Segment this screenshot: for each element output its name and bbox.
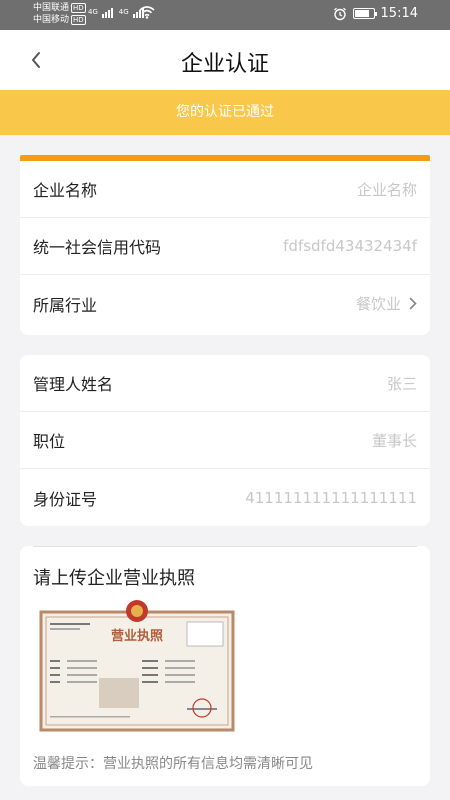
business-license-image[interactable]: 营业执照 bbox=[37, 598, 237, 734]
company-name-row[interactable]: 企业名称 企业名称 bbox=[20, 161, 430, 218]
license-heading: 营业执照 bbox=[111, 628, 163, 644]
manager-info-card: 管理人姓名 张三 职位 董事长 身份证号 411111111111111111 bbox=[20, 355, 430, 526]
page-title: 企业认证 bbox=[180, 52, 269, 77]
upload-tip: 温馨提示：营业执照的所有信息均需清晰可见 bbox=[33, 756, 313, 772]
credit-code-row[interactable]: 统一社会信用代码 fdfsdfd43432434f bbox=[20, 218, 430, 275]
nav-bar: 企业认证 bbox=[0, 30, 450, 90]
hd-badge: HD bbox=[71, 3, 86, 13]
position-value: 董事长 bbox=[371, 431, 417, 450]
credit-code-value: fdfsdfd43432434f bbox=[283, 237, 417, 255]
field-label: 所属行业 bbox=[33, 295, 98, 315]
company-info-card: 企业名称 企业名称 统一社会信用代码 fdfsdfd43432434f 所属行业… bbox=[20, 161, 430, 335]
field-label: 职位 bbox=[33, 432, 66, 451]
field-label: 统一社会信用代码 bbox=[33, 238, 162, 257]
field-label: 管理人姓名 bbox=[33, 375, 114, 394]
network-type: 4G bbox=[88, 8, 98, 16]
chevron-right-icon bbox=[409, 297, 417, 310]
alarm-icon bbox=[333, 7, 346, 20]
hd-badge: HD bbox=[71, 15, 86, 25]
wifi-icon bbox=[139, 6, 155, 19]
carrier-2: 中国移动 bbox=[33, 15, 70, 25]
battery-icon bbox=[352, 8, 377, 19]
divider bbox=[33, 546, 417, 547]
field-label: 身份证号 bbox=[33, 489, 98, 509]
manager-name-row[interactable]: 管理人姓名 张三 bbox=[20, 355, 430, 412]
clock: 15:14 bbox=[380, 6, 418, 21]
signal-icon: 4G 4G bbox=[88, 8, 144, 21]
industry-value-wrap: 餐饮业 bbox=[356, 293, 417, 314]
field-label: 企业名称 bbox=[33, 181, 98, 200]
carrier-info: 中国联通 HD 中国移动 HD bbox=[33, 2, 86, 26]
status-bar: 中国联通 HD 中国移动 HD 4G 4G 15:14 bbox=[0, 0, 450, 30]
network-type: 4G bbox=[118, 8, 129, 16]
company-name-value: 企业名称 bbox=[356, 180, 417, 199]
industry-value: 餐饮业 bbox=[355, 295, 401, 313]
position-row[interactable]: 职位 董事长 bbox=[20, 412, 430, 469]
license-upload-card: 请上传企业营业执照 营业执照 温馨提示：营业执照的所有信息均需清晰可见 bbox=[20, 546, 430, 786]
carrier-1: 中国联通 bbox=[33, 3, 70, 13]
id-number-value: 411111111111111111 bbox=[245, 488, 417, 507]
upload-title: 请上传企业营业执照 bbox=[33, 568, 195, 589]
id-number-row[interactable]: 身份证号 411111111111111111 bbox=[20, 469, 430, 526]
license-illustration: 营业执照 bbox=[39, 600, 235, 732]
manager-name-value: 张三 bbox=[386, 374, 417, 393]
approval-notice: 您的认证已通过 bbox=[0, 90, 450, 135]
industry-row[interactable]: 所属行业 餐饮业 bbox=[20, 275, 430, 332]
